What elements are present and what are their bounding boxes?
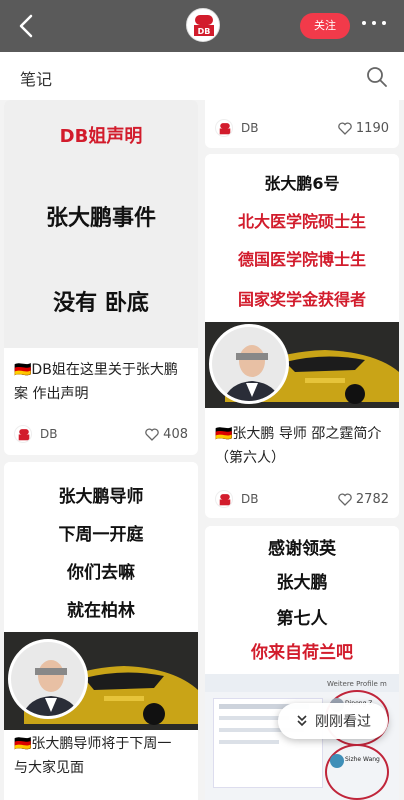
note-meta: DB 408 [4,422,198,446]
note-cover: 张大鹏6号 北大医学院硕士生 德国医学院博士生 国家奖学金获得者 [205,154,399,322]
double-chevron-down-icon [297,715,307,727]
top-bar: DB 关注 [0,0,404,52]
poster-line: 张大鹏导师 [58,487,144,507]
poster-line: 北大医学院硕士生 [237,212,366,231]
poster-line: 下周一开庭 [58,525,144,545]
recently-viewed-label: 刚刚看过 [315,714,371,730]
author-avatar[interactable] [14,425,32,443]
note-card[interactable]: 张大鹏导师 下周一开庭 你们去嘛 就在柏林 🇩🇪张大鹏导师将于下周一 与大家见面 [4,462,198,800]
like-count: 408 [163,426,188,442]
note-title: 🇩🇪张大鹏导师将于下周一 与大家见面 [14,736,172,776]
svg-text:DB: DB [198,27,211,36]
profile-avatar[interactable]: DB [186,8,220,42]
recently-viewed-button[interactable]: 刚刚看过 [278,703,388,739]
poster-line: 没有 卧底 [53,291,149,316]
portrait-photo [8,639,88,719]
section-bar: 笔记 [0,52,404,100]
note-cover: 张大鹏导师 下周一开庭 你们去嘛 就在柏林 [4,462,198,632]
poster-line: 张大鹏事件 [45,206,156,231]
note-cover: 感谢领英 张大鹏 第七人 你来自荷兰吧 [205,526,399,674]
poster-line: 第七人 [276,609,328,629]
heart-icon[interactable] [338,121,352,135]
heart-icon[interactable] [338,492,352,506]
author-name[interactable]: DB [241,121,338,135]
note-title: 🇩🇪DB姐在这里关于张大鹏案 作出声明 [14,362,178,402]
note-card[interactable]: 感谢领英 张大鹏 第七人 你来自荷兰吧 Weitere Profile m Di… [205,526,399,800]
db-logo-icon: DB [194,15,214,36]
author-avatar[interactable] [215,490,233,508]
profile-name-text: Sizhe Wang [345,756,380,763]
note-meta: DB 1190 [205,116,399,140]
poster-line: 感谢领英 [268,539,336,559]
note-meta: DB 2782 [205,487,399,511]
heart-icon[interactable] [145,427,159,441]
author-avatar[interactable] [215,119,233,137]
back-arrow-icon[interactable] [14,13,40,39]
search-icon[interactable] [366,66,388,88]
like-count: 2782 [355,491,389,507]
author-name[interactable]: DB [241,492,338,506]
more-options-icon[interactable] [362,18,386,28]
author-name[interactable]: DB [40,427,145,441]
poster-line: 张大鹏 [276,573,328,593]
poster-line: 国家奖学金获得者 [237,290,366,309]
note-card[interactable]: DB 1190 [205,100,399,148]
note-cover: DB姐声明 张大鹏事件 没有 卧底 [4,100,198,348]
poster-line: DB姐声明 [59,126,143,147]
poster-line: 你来自荷兰吧 [251,643,353,663]
note-card[interactable]: 张大鹏6号 北大医学院硕士生 德国医学院博士生 国家奖学金获得者 🇩🇪张大鹏 导… [205,154,399,518]
follow-button[interactable]: 关注 [300,13,350,39]
poster-line: 就在柏林 [67,601,135,621]
like-count: 1190 [355,120,389,136]
poster-line: 张大鹏6号 [264,174,340,193]
poster-line: 德国医学院博士生 [237,250,366,269]
note-title: 🇩🇪张大鹏 导师 邵之霆简介（第六人） [215,426,382,466]
portrait-photo [209,324,289,404]
poster-line: 你们去嘛 [67,563,135,583]
note-card[interactable]: DB姐声明 张大鹏事件 没有 卧底 🇩🇪DB姐在这里关于张大鹏案 作出声明 DB… [4,100,198,455]
section-title: 笔记 [20,70,53,89]
